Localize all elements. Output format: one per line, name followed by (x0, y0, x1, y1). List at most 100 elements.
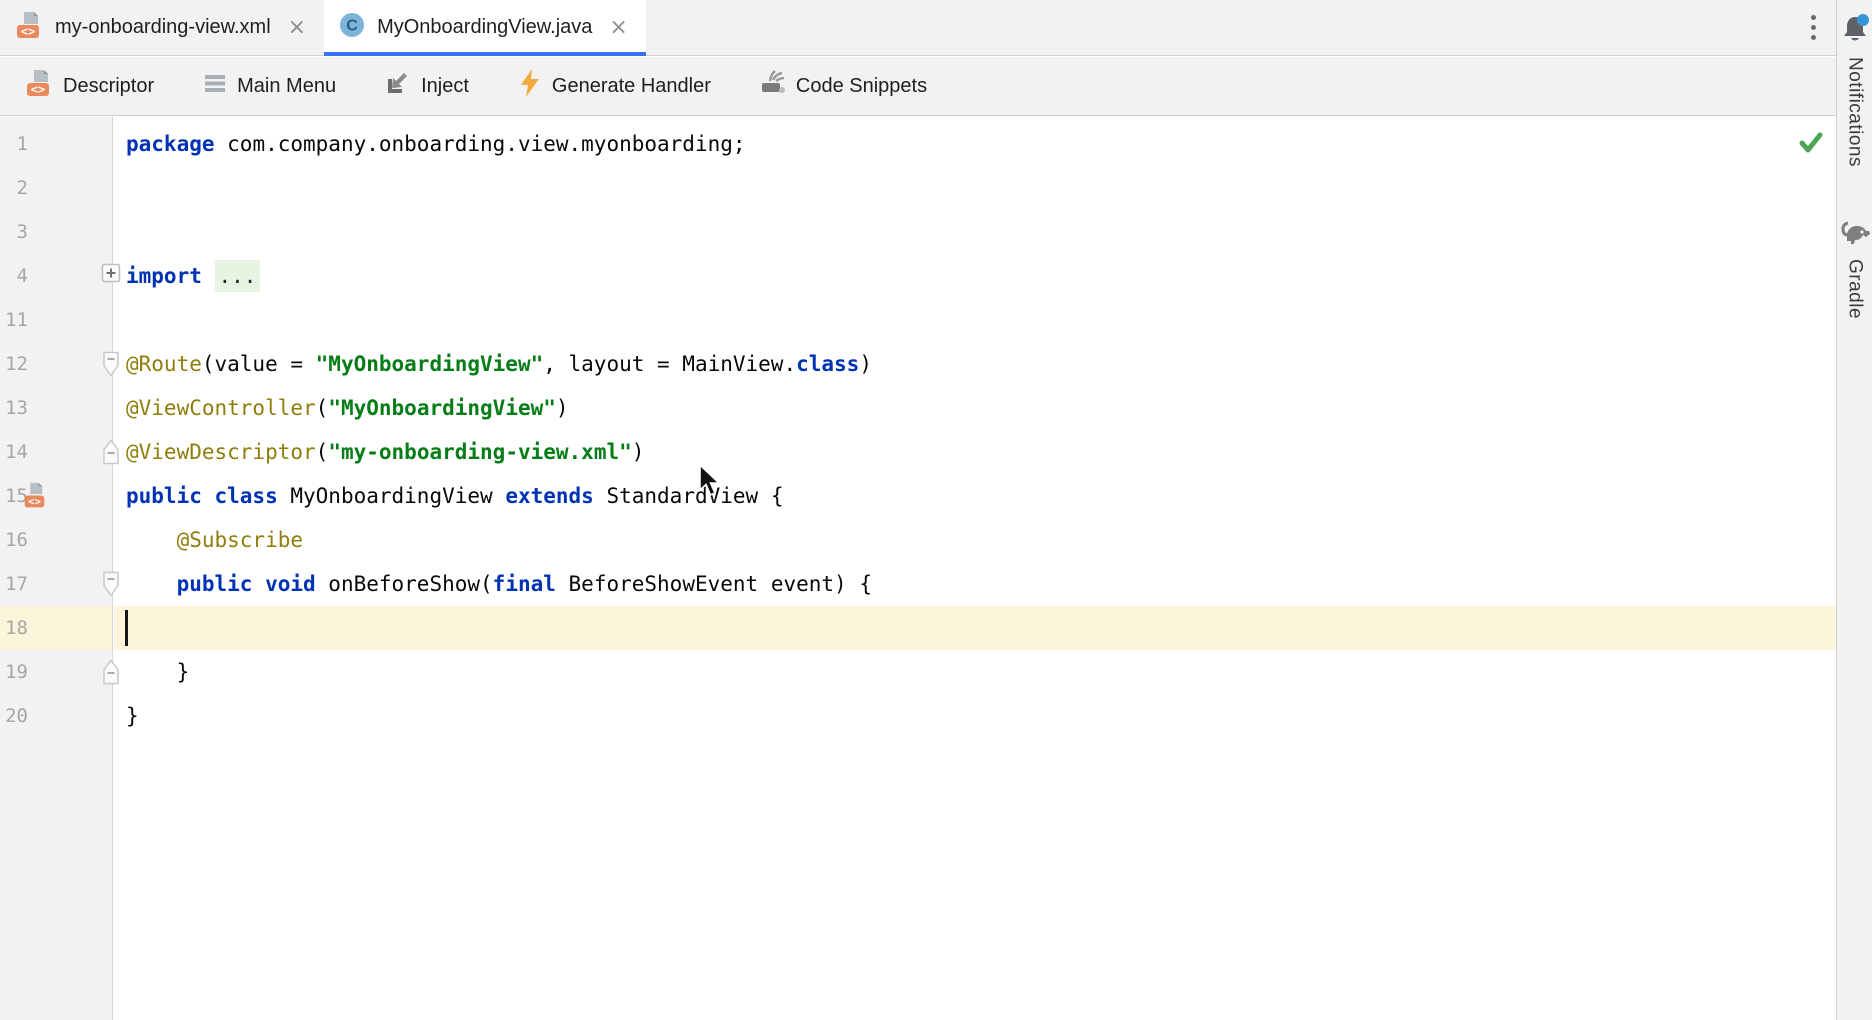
line-number: 12 (0, 342, 28, 386)
toolbar-main-menu-button[interactable]: Main Menu (202, 70, 336, 102)
code-line-17[interactable]: public void onBeforeShow(final BeforeSho… (114, 562, 1836, 606)
code-editor[interactable]: 12341112131415<>1617181920 package com.c… (0, 117, 1836, 1020)
code-line-20[interactable]: } (114, 694, 1836, 738)
gutter-row: 18 (0, 606, 112, 650)
tab-my-onboarding-view-xml[interactable]: <> my-onboarding-view.xml × (0, 0, 324, 55)
code-token: public class (126, 484, 290, 508)
code-token: "MyOnboardingView" (328, 396, 556, 420)
editor-toolbar: <> Descriptor Main Menu Inj (0, 57, 1836, 116)
line-number: 4 (0, 254, 28, 298)
code-token: package (126, 132, 227, 156)
line-number: 18 (0, 606, 28, 650)
code-token: ) (859, 352, 872, 376)
stripe-item-notifications[interactable]: Notifications (1840, 13, 1870, 167)
svg-text:<>: <> (21, 24, 35, 38)
gutter-row: 11 (0, 298, 112, 342)
line-number: 13 (0, 386, 28, 430)
toolbar-code-snippets-button[interactable]: Code Snippets (759, 69, 927, 103)
gutter-row: 17 (0, 562, 112, 606)
code-token: } (126, 660, 189, 684)
code-token: final (493, 572, 569, 596)
code-line-2[interactable] (114, 166, 1836, 210)
line-number: 19 (0, 650, 28, 694)
code-line-19[interactable]: } (114, 650, 1836, 694)
gutter-row: 1 (0, 122, 112, 166)
inspections-ok-check-icon[interactable] (1797, 130, 1825, 161)
code-token: @ViewDescriptor (126, 440, 316, 464)
close-icon[interactable]: × (609, 17, 627, 39)
code-token: ( (316, 440, 329, 464)
toolbar-generate-handler-button[interactable]: Generate Handler (517, 68, 711, 104)
svg-text:<>: <> (28, 496, 41, 508)
line-number: 11 (0, 298, 28, 342)
code-token: @ViewController (126, 396, 316, 420)
descriptor-file-icon[interactable]: <> (24, 481, 45, 515)
code-token: "my-onboarding-view.xml" (328, 440, 631, 464)
editor-tab-bar: <> my-onboarding-view.xml × C MyOnboardi… (0, 0, 1836, 56)
fold-marker-region-end-icon[interactable] (101, 439, 121, 471)
code-token: StandardView { (606, 484, 783, 508)
fold-marker-plus-box-icon[interactable] (101, 263, 121, 288)
gutter-row: 12 (0, 342, 112, 386)
code-token: @Route (126, 352, 202, 376)
code-token: onBeforeShow( (328, 572, 492, 596)
code-line-1[interactable]: package com.company.onboarding.view.myon… (114, 122, 1836, 166)
snippets-icon (759, 69, 787, 103)
code-token: , layout = MainView. (543, 352, 796, 376)
line-number: 17 (0, 562, 28, 606)
code-token: ... (215, 260, 261, 292)
code-token: } (126, 704, 139, 728)
tab-myonboardingview-java[interactable]: C MyOnboardingView.java × (324, 0, 646, 55)
editor-code-pane[interactable]: package com.company.onboarding.view.myon… (114, 117, 1836, 1020)
stripe-label: Notifications (1844, 57, 1866, 167)
code-line-15[interactable]: public class MyOnboardingView extends St… (114, 474, 1836, 518)
fold-marker-region-end-icon[interactable] (101, 659, 121, 691)
gutter-row: 15<> (0, 474, 112, 518)
code-token (126, 572, 177, 596)
code-token: ) (556, 396, 569, 420)
hamburger-icon (202, 70, 228, 102)
inject-arrow-icon (384, 69, 412, 103)
svg-text:C: C (346, 17, 358, 34)
svg-text:<>: <> (31, 83, 45, 97)
code-line-16[interactable]: @Subscribe (114, 518, 1836, 562)
code-line-18[interactable] (114, 606, 1836, 650)
line-number: 1 (0, 122, 28, 166)
code-token: BeforeShowEvent event) { (569, 572, 872, 596)
gutter-row: 19 (0, 650, 112, 694)
code-token: public void (177, 572, 329, 596)
close-icon[interactable]: × (288, 17, 306, 39)
right-toolwindow-stripe: Notifications Gradle (1836, 0, 1872, 1020)
code-token: ) (632, 440, 645, 464)
elephant-icon (1839, 219, 1871, 252)
java-class-icon: C (338, 11, 366, 45)
stripe-item-gradle[interactable]: Gradle (1839, 219, 1871, 319)
tab-label: MyOnboardingView.java (377, 16, 592, 39)
code-token: (value = (202, 352, 316, 376)
code-token: class (796, 352, 859, 376)
code-line-12[interactable]: @Route(value = "MyOnboardingView", layou… (114, 342, 1836, 386)
code-line-13[interactable]: @ViewController("MyOnboardingView") (114, 386, 1836, 430)
code-token: ( (316, 396, 329, 420)
code-line-11[interactable] (114, 298, 1836, 342)
code-token: MyOnboardingView (290, 484, 505, 508)
code-line-4[interactable]: import ... (114, 254, 1836, 298)
gutter-row: 20 (0, 694, 112, 738)
descriptor-file-icon: <> (14, 10, 44, 46)
code-line-3[interactable] (114, 210, 1836, 254)
fold-marker-region-start-icon[interactable] (101, 351, 121, 383)
code-token (126, 528, 177, 552)
text-caret (125, 610, 128, 646)
gutter-row: 3 (0, 210, 112, 254)
fold-marker-region-start-icon[interactable] (101, 571, 121, 603)
lightning-icon (517, 68, 543, 104)
line-number: 3 (0, 210, 28, 254)
gutter-row: 13 (0, 386, 112, 430)
toolbar-inject-button[interactable]: Inject (384, 69, 469, 103)
tab-options-kebab-icon[interactable] (1805, 9, 1822, 46)
descriptor-file-icon: <> (24, 68, 54, 104)
code-line-14[interactable]: @ViewDescriptor("my-onboarding-view.xml"… (114, 430, 1836, 474)
line-number: 20 (0, 694, 28, 738)
toolbar-descriptor-button[interactable]: <> Descriptor (24, 68, 154, 104)
code-token: extends (505, 484, 606, 508)
